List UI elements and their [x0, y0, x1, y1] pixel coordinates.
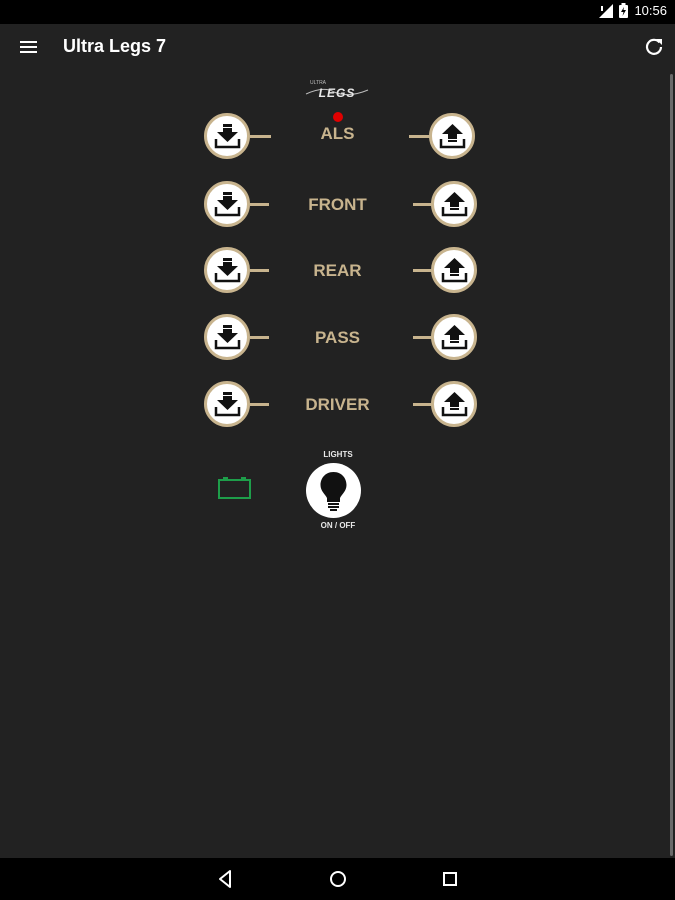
arrow-down-tray-icon	[214, 124, 241, 149]
control-row-driver: DRIVER	[0, 378, 675, 432]
refresh-button[interactable]	[641, 34, 667, 60]
light-bulb-icon	[320, 472, 347, 511]
pass-down-button[interactable]	[204, 314, 250, 360]
rear-down-button[interactable]	[204, 247, 250, 293]
row-label-als: ALS	[320, 124, 355, 143]
als-up-button[interactable]	[429, 113, 475, 159]
home-button[interactable]	[327, 868, 349, 890]
battery-icon	[218, 477, 251, 499]
page-title: Ultra Legs 7	[63, 36, 167, 56]
rear-up-button[interactable]	[431, 247, 477, 293]
driver-up-button[interactable]	[431, 381, 477, 427]
app-bar: Ultra Legs 7	[0, 24, 675, 70]
connector-line	[413, 269, 432, 272]
arrow-up-tray-icon	[441, 258, 468, 283]
arrow-down-tray-icon	[214, 192, 241, 217]
connector-line	[250, 336, 269, 339]
menu-button[interactable]	[14, 36, 42, 60]
connector-line	[413, 203, 432, 206]
battery-status-icon	[619, 3, 629, 18]
hamburger-menu-icon	[20, 41, 37, 53]
control-row-front: FRONT	[0, 178, 675, 232]
row-label-driver: DRIVER	[305, 395, 370, 414]
refresh-icon	[645, 38, 663, 55]
control-row-als: ALS	[0, 110, 675, 164]
lights-toggle-button[interactable]	[306, 463, 361, 518]
signal-icon	[599, 3, 614, 18]
row-label-front: FRONT	[308, 195, 367, 214]
status-icons: 10:56	[599, 3, 667, 18]
back-triangle-icon	[219, 870, 231, 888]
arrow-up-tray-icon	[441, 392, 468, 417]
lights-label: LIGHTS	[323, 450, 353, 459]
als-down-button[interactable]	[204, 113, 250, 159]
status-time: 10:56	[634, 3, 667, 18]
arrow-up-tray-icon	[439, 124, 466, 149]
driver-down-button[interactable]	[204, 381, 250, 427]
connector-line	[250, 403, 269, 406]
arrow-down-tray-icon	[214, 325, 241, 350]
connector-line	[413, 403, 432, 406]
connector-line	[250, 203, 269, 206]
row-label-rear: REAR	[313, 261, 362, 280]
logo-text: LEGS	[318, 86, 356, 100]
arrow-down-tray-icon	[214, 258, 241, 283]
arrow-down-tray-icon	[214, 392, 241, 417]
front-up-button[interactable]	[431, 181, 477, 227]
connector-line	[413, 336, 432, 339]
control-row-rear: REAR	[0, 244, 675, 298]
navigation-bar	[0, 858, 675, 900]
on-off-label: ON / OFF	[320, 521, 356, 530]
recents-square-icon	[443, 872, 457, 886]
pass-up-button[interactable]	[431, 314, 477, 360]
home-circle-icon	[330, 871, 346, 887]
status-bar: 10:56	[0, 0, 675, 24]
arrow-up-tray-icon	[441, 192, 468, 217]
connector-line	[250, 135, 271, 138]
recents-button[interactable]	[439, 868, 461, 890]
arrow-up-tray-icon	[441, 325, 468, 350]
connector-line	[409, 135, 430, 138]
ultra-legs-logo: ULTRA LEGS	[304, 80, 370, 102]
row-label-pass: PASS	[314, 328, 361, 347]
front-down-button[interactable]	[204, 181, 250, 227]
connector-line	[250, 269, 269, 272]
back-button[interactable]	[215, 868, 237, 890]
control-row-pass: PASS	[0, 311, 675, 365]
